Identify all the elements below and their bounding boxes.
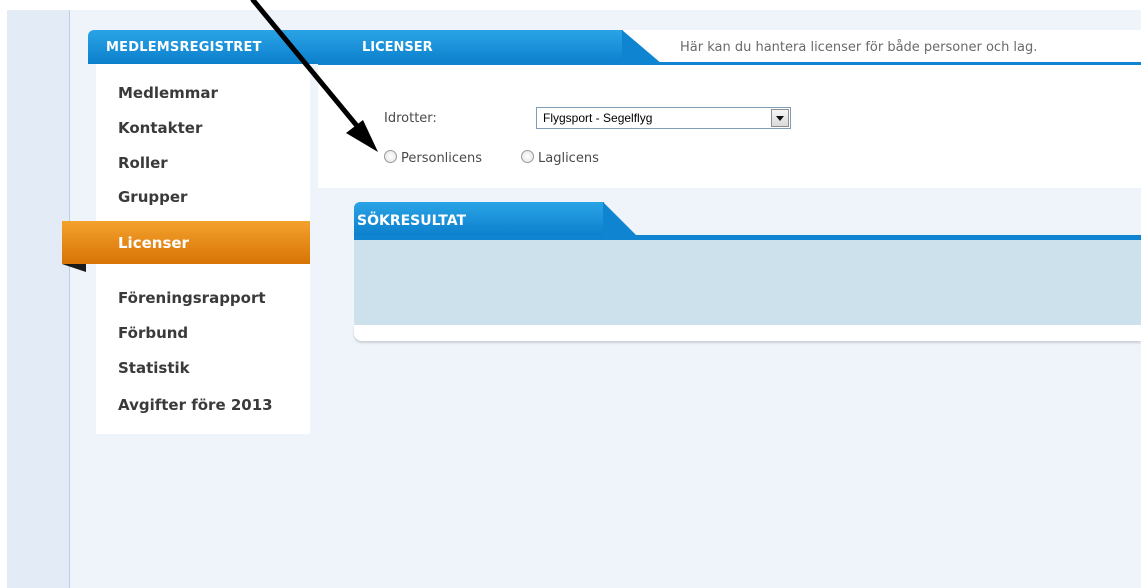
annotation-arrow-icon [250, 0, 378, 152]
